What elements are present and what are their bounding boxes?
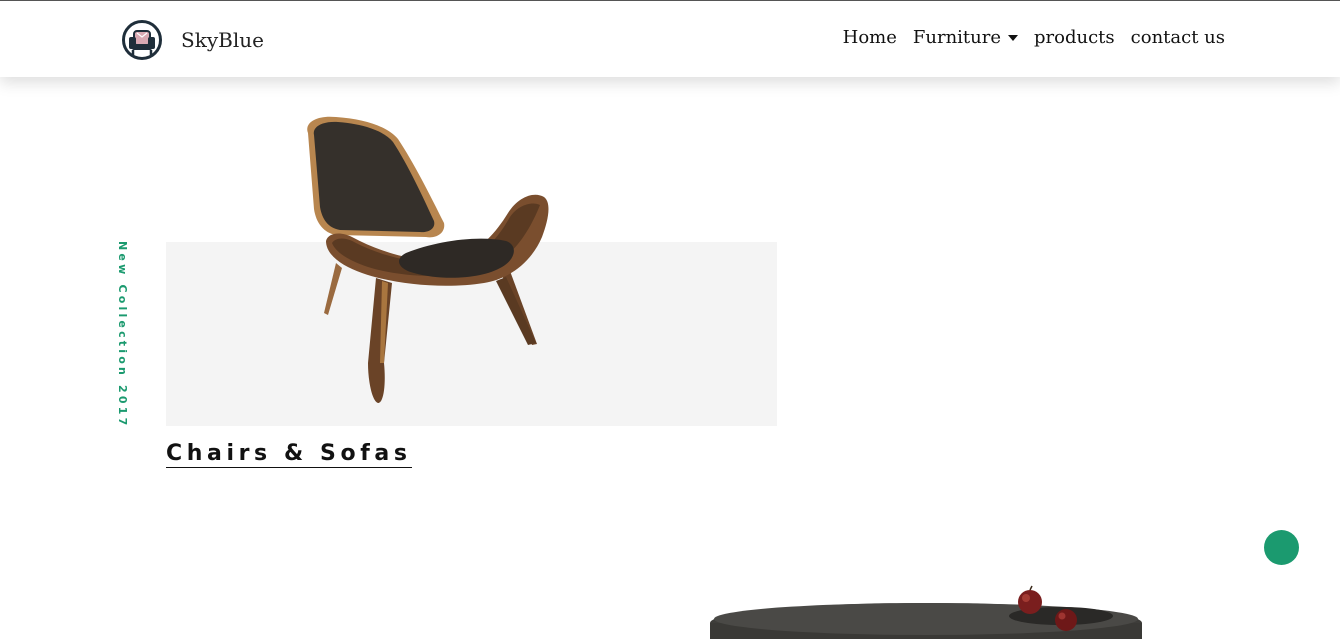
scroll-to-top-button[interactable]	[1264, 530, 1299, 565]
caret-down-icon	[1008, 34, 1019, 41]
nav-link-home-label: Home	[842, 27, 897, 48]
nav-link-contact-label: contact us	[1130, 27, 1225, 48]
shell-chair-image	[307, 116, 549, 403]
brand-name: SkyBlue	[181, 28, 264, 52]
nav-links: Home Furniture products contact us	[827, 27, 1225, 48]
coffee-table-image	[710, 585, 1142, 639]
nav-link-products[interactable]: products	[1034, 27, 1115, 48]
nav-link-furniture-dropdown[interactable]: Furniture	[912, 27, 1019, 48]
nav-link-home[interactable]: Home	[843, 27, 897, 48]
nav-link-products-label: products	[1034, 27, 1115, 48]
new-collection-caption: New Collection 2017	[116, 241, 129, 429]
brand-link[interactable]: SkyBlue	[121, 20, 264, 60]
category-title-link[interactable]: Chairs & Sofas	[166, 441, 412, 468]
armchair-logo-icon	[122, 20, 162, 60]
navbar: SkyBlue Home Furniture products contact …	[0, 0, 1340, 77]
nav-link-furniture-label: Furniture	[912, 27, 1002, 48]
nav-link-contact-us[interactable]: contact us	[1131, 27, 1225, 48]
